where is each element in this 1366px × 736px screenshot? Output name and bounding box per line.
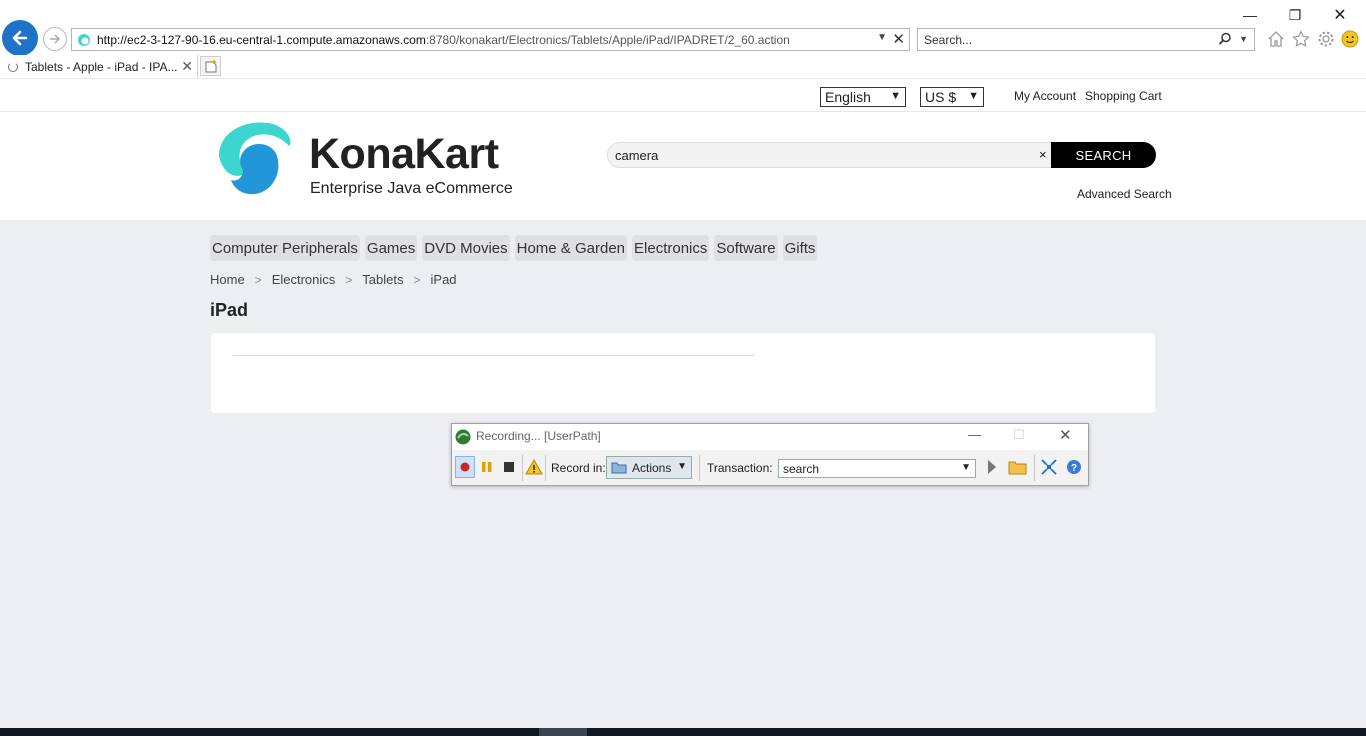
brand-tagline: Enterprise Java eCommerce bbox=[310, 180, 513, 197]
settings-gear-icon[interactable] bbox=[1316, 29, 1336, 49]
breadcrumb-home[interactable]: Home bbox=[210, 272, 245, 287]
my-account-link[interactable]: My Account bbox=[1014, 89, 1076, 103]
product-content-panel bbox=[211, 333, 1155, 413]
chevron-down-icon: ▼ bbox=[890, 90, 901, 102]
breadcrumb-ipad: iPad bbox=[430, 272, 457, 287]
restore-button[interactable]: ❐ bbox=[1277, 4, 1313, 26]
close-window-button[interactable]: ✕ bbox=[1322, 4, 1358, 26]
warning-icon[interactable] bbox=[525, 458, 543, 476]
collapse-icon[interactable] bbox=[1040, 458, 1058, 476]
browser-search-input[interactable]: Search... ▼ bbox=[917, 28, 1255, 51]
new-tab-button[interactable] bbox=[200, 56, 221, 76]
separator bbox=[522, 455, 523, 481]
new-tab-icon bbox=[205, 59, 216, 72]
transaction-input[interactable]: search ▼ bbox=[778, 459, 976, 478]
breadcrumb-electronics[interactable]: Electronics bbox=[272, 272, 336, 287]
clear-search-icon[interactable]: × bbox=[1039, 147, 1047, 162]
help-icon[interactable]: ? bbox=[1066, 458, 1082, 476]
recorder-maximize-icon: ☐ bbox=[1013, 427, 1025, 442]
brand-name: KonaKart bbox=[309, 130, 499, 178]
search-icon[interactable] bbox=[1218, 32, 1232, 46]
currency-value: US $ bbox=[925, 89, 957, 105]
product-search-input[interactable]: camera bbox=[607, 142, 1053, 168]
recorder-titlebar[interactable]: Recording... [UserPath] — ☐ ✕ bbox=[452, 424, 1088, 450]
favorites-star-icon[interactable] bbox=[1291, 29, 1311, 49]
pause-icon[interactable] bbox=[480, 458, 494, 476]
record-in-value: Actions bbox=[632, 460, 672, 475]
chevron-right-icon: > bbox=[254, 272, 262, 287]
logo-wave-icon bbox=[219, 122, 291, 195]
recorder-minimize-icon[interactable]: — bbox=[968, 427, 981, 442]
folder-icon bbox=[611, 462, 627, 474]
advanced-search-link[interactable]: Advanced Search bbox=[1077, 187, 1172, 201]
forward-arrow-icon bbox=[50, 34, 61, 44]
separator bbox=[699, 455, 700, 481]
breadcrumb: Home > Electronics > Tablets > iPad bbox=[210, 272, 457, 287]
search-dropdown-icon[interactable]: ▼ bbox=[1239, 34, 1248, 44]
chevron-down-icon: ▼ bbox=[968, 90, 979, 102]
tab-close-icon[interactable]: ✕ bbox=[181, 58, 193, 75]
tab-title: Tablets - Apple - iPad - IPA... bbox=[25, 59, 178, 74]
store-top-bar: English ▼ US $ ▼ My Account Shopping Car… bbox=[0, 78, 1366, 112]
category-computer-peripherals[interactable]: Computer Peripherals bbox=[210, 235, 360, 261]
transaction-label: Transaction: bbox=[707, 461, 773, 475]
open-folder-icon[interactable] bbox=[1008, 458, 1028, 476]
record-in-label: Record in: bbox=[551, 461, 606, 475]
separator bbox=[545, 455, 546, 481]
taskbar bbox=[0, 728, 1366, 736]
url-host: http://ec2-3-127-90-16.eu-central-1.comp… bbox=[97, 32, 426, 47]
category-software[interactable]: Software bbox=[714, 235, 778, 261]
record-icon bbox=[460, 462, 470, 472]
category-electronics[interactable]: Electronics bbox=[632, 235, 710, 261]
stop-icon[interactable] bbox=[502, 458, 516, 476]
back-button[interactable] bbox=[2, 20, 38, 56]
chevron-down-icon: ▼ bbox=[961, 462, 971, 473]
feedback-smiley-icon[interactable] bbox=[1340, 29, 1360, 49]
record-in-select[interactable]: Actions ▼ bbox=[606, 456, 692, 479]
address-dropdown-icon[interactable]: ▼ bbox=[877, 32, 887, 43]
transaction-value: search bbox=[783, 462, 820, 476]
currency-select[interactable]: US $ ▼ bbox=[920, 87, 984, 107]
recorder-close-icon[interactable]: ✕ bbox=[1059, 426, 1072, 444]
record-button[interactable] bbox=[455, 456, 475, 478]
category-home-garden[interactable]: Home & Garden bbox=[514, 235, 628, 261]
category-nav: Computer Peripherals Games DVD Movies Ho… bbox=[210, 235, 818, 261]
search-value: camera bbox=[615, 148, 659, 163]
browser-chrome: — ❐ ✕ http://ec2-3-127-90-16.eu-central-… bbox=[0, 0, 1366, 78]
breadcrumb-tablets[interactable]: Tablets bbox=[362, 272, 403, 287]
language-select[interactable]: English ▼ bbox=[820, 87, 906, 107]
page-title: iPad bbox=[210, 300, 249, 320]
recorder-app-icon bbox=[455, 429, 471, 445]
browser-tab[interactable]: Tablets - Apple - iPad - IPA... ✕ bbox=[0, 55, 198, 78]
stop-loading-icon[interactable]: ✕ bbox=[892, 30, 905, 48]
chevron-down-icon: ▼ bbox=[677, 461, 687, 472]
language-value: English bbox=[825, 89, 871, 105]
separator bbox=[1034, 455, 1035, 481]
recorder-window[interactable]: Recording... [UserPath] — ☐ ✕ Record in:… bbox=[451, 423, 1089, 486]
taskbar-active-app[interactable] bbox=[539, 728, 587, 736]
url-path: :8780/konakart/Electronics/Tablets/Apple… bbox=[425, 32, 790, 47]
next-transaction-icon[interactable] bbox=[985, 458, 999, 476]
home-icon[interactable] bbox=[1266, 29, 1286, 49]
svg-text:?: ? bbox=[1071, 463, 1077, 474]
loading-spinner-icon bbox=[8, 61, 18, 72]
category-dvd-movies[interactable]: DVD Movies bbox=[422, 235, 510, 261]
divider bbox=[233, 355, 755, 356]
recorder-title: Recording... [UserPath] bbox=[476, 429, 601, 443]
chevron-right-icon: > bbox=[345, 272, 353, 287]
minimize-button[interactable]: — bbox=[1232, 4, 1268, 26]
category-games[interactable]: Games bbox=[364, 235, 418, 261]
shopping-cart-link[interactable]: Shopping Cart bbox=[1085, 89, 1162, 103]
forward-button[interactable] bbox=[43, 27, 67, 51]
back-arrow-icon bbox=[12, 30, 28, 46]
recorder-toolbar: Record in: Actions ▼ Transaction: search… bbox=[452, 451, 1088, 485]
site-favicon-icon bbox=[78, 33, 90, 46]
category-gifts[interactable]: Gifts bbox=[782, 235, 818, 261]
search-button[interactable]: SEARCH bbox=[1051, 142, 1156, 168]
browser-search-placeholder: Search... bbox=[924, 33, 973, 47]
store-header: KonaKart Enterprise Java eCommerce camer… bbox=[0, 112, 1366, 220]
chevron-right-icon: > bbox=[413, 272, 421, 287]
address-bar[interactable]: http://ec2-3-127-90-16.eu-central-1.comp… bbox=[71, 28, 910, 51]
